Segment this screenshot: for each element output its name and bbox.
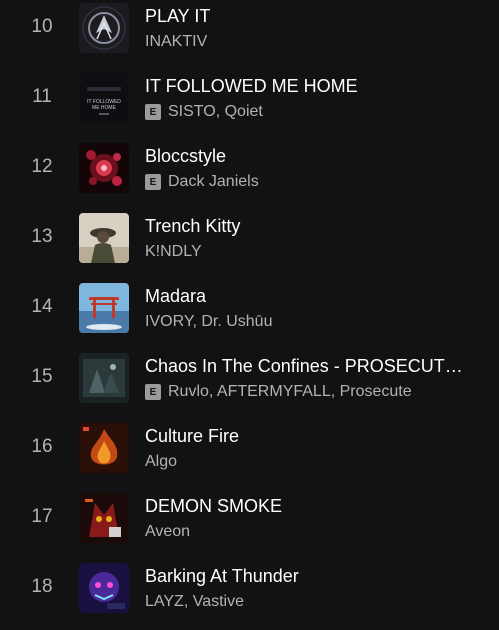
track-artists[interactable]: Dack Janiels <box>168 173 259 191</box>
track-number: 13 <box>31 226 53 247</box>
track-artists[interactable]: Algo <box>145 453 177 471</box>
track-artists[interactable]: K!NDLY <box>145 243 202 261</box>
explicit-badge: E <box>145 384 161 400</box>
track-title[interactable]: Bloccstyle <box>145 146 226 167</box>
track-artists-line: Algo <box>145 453 177 471</box>
track-row[interactable]: 12 Bloccstyle E Dack Janiels <box>0 132 499 202</box>
explicit-badge: E <box>145 174 161 190</box>
track-row[interactable]: 11 IT FOLLOWED ME HOME IT FOLLOWED ME HO… <box>0 62 499 132</box>
track-row[interactable]: 14 Madara IVORY, Dr. Ushūu <box>0 272 499 342</box>
track-artists-line: IVORY, Dr. Ushūu <box>145 313 272 331</box>
it-followed-me-home-cover-icon: IT FOLLOWED ME HOME <box>79 73 129 123</box>
album-cover[interactable] <box>79 283 129 333</box>
play-it-cover-icon <box>79 3 129 53</box>
svg-text:ME HOME: ME HOME <box>92 105 117 111</box>
track-artists-line: E Ruvlo, AFTERMYFALL, Prosecute <box>145 383 412 401</box>
track-number: 10 <box>31 16 53 37</box>
album-cover[interactable] <box>79 143 129 193</box>
track-row[interactable]: 10 PLAY IT INAKTIV <box>0 0 499 62</box>
culture-fire-cover-icon <box>79 423 129 473</box>
album-cover[interactable]: IT FOLLOWED ME HOME <box>79 73 129 123</box>
trench-kitty-cover-icon <box>79 213 129 263</box>
album-cover[interactable] <box>79 213 129 263</box>
barking-at-thunder-cover-icon <box>79 563 129 613</box>
track-artists[interactable]: SISTO, Qoiet <box>168 103 263 121</box>
track-artists-line: E SISTO, Qoiet <box>145 103 263 121</box>
track-artists-line: Aveon <box>145 523 190 541</box>
track-title[interactable]: Barking At Thunder <box>145 566 299 587</box>
track-number: 16 <box>31 436 53 457</box>
track-number: 18 <box>31 576 53 597</box>
track-artists[interactable]: Aveon <box>145 523 190 541</box>
track-number: 12 <box>31 156 53 177</box>
track-number: 14 <box>31 296 53 317</box>
track-artists-line: INAKTIV <box>145 33 207 51</box>
track-title[interactable]: Madara <box>145 286 206 307</box>
track-artists[interactable]: LAYZ, Vastive <box>145 593 244 611</box>
track-row[interactable]: 18 Barking At Thunder LAYZ, Vastive <box>0 552 499 622</box>
explicit-badge: E <box>145 104 161 120</box>
track-artists-line: K!NDLY <box>145 243 202 261</box>
track-row[interactable]: 15 Chaos In The Confines - PROSECUT… E R… <box>0 342 499 412</box>
chaos-in-the-confines-cover-icon <box>79 353 129 403</box>
demon-smoke-cover-icon <box>79 493 129 543</box>
track-row[interactable]: 17 DEMON SMOKE Aveon <box>0 482 499 552</box>
track-row[interactable]: 13 Trench Kitty K!NDLY <box>0 202 499 272</box>
madara-cover-icon <box>79 283 129 333</box>
track-artists-line: LAYZ, Vastive <box>145 593 244 611</box>
album-cover[interactable] <box>79 353 129 403</box>
track-artists[interactable]: IVORY, Dr. Ushūu <box>145 313 272 331</box>
track-title[interactable]: Culture Fire <box>145 426 239 447</box>
track-title[interactable]: Chaos In The Confines - PROSECUT… <box>145 356 463 377</box>
album-cover[interactable] <box>79 423 129 473</box>
track-artists[interactable]: Ruvlo, AFTERMYFALL, Prosecute <box>168 383 412 401</box>
track-number: 17 <box>31 506 53 527</box>
track-artists-line: E Dack Janiels <box>145 173 259 191</box>
track-title[interactable]: DEMON SMOKE <box>145 496 282 517</box>
track-number: 11 <box>32 86 52 107</box>
bloccstyle-cover-icon <box>79 143 129 193</box>
track-artists[interactable]: INAKTIV <box>145 33 207 51</box>
track-row[interactable]: 16 Culture Fire Algo <box>0 412 499 482</box>
track-title[interactable]: IT FOLLOWED ME HOME <box>145 76 358 97</box>
track-number: 15 <box>31 366 53 387</box>
tracklist: 10 PLAY IT INAKTIV 11 IT FOLLOWED ME HOM… <box>0 0 499 630</box>
track-title[interactable]: PLAY IT <box>145 6 210 27</box>
album-cover[interactable] <box>79 563 129 613</box>
track-title[interactable]: Trench Kitty <box>145 216 240 237</box>
album-cover[interactable] <box>79 493 129 543</box>
album-cover[interactable] <box>79 3 129 53</box>
